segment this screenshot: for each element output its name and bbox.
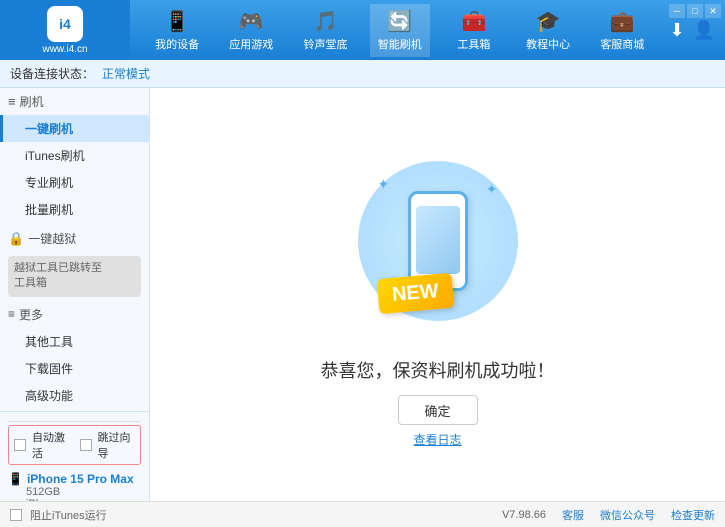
device-phone-icon: 📱	[8, 472, 23, 486]
wechat-btn[interactable]: 微信公众号	[600, 507, 655, 523]
sidebar-section-jailbreak: 🔒 一键越狱 越狱工具已跳转至工具箱	[0, 225, 149, 297]
itunes-label: 阻止iTunes运行	[30, 507, 107, 523]
bottom-left: 阻止iTunes运行	[10, 507, 107, 523]
device-name: 📱 iPhone 15 Pro Max	[8, 472, 141, 486]
skip-wizard-checkbox[interactable]	[80, 439, 92, 451]
ringtone-icon: 🎵	[313, 9, 338, 34]
nav-toolbox[interactable]: 🧰 工具箱	[444, 4, 504, 57]
sidebar: ≡ 刷机 一键刷机 iTunes刷机 专业刷机 批量刷机	[0, 88, 150, 501]
divider	[8, 421, 141, 422]
breadcrumb: 设备连接状态： 正常模式	[0, 60, 725, 88]
window-controls: ─ □ ✕	[669, 4, 721, 18]
flash-icon: 🔄	[387, 9, 412, 34]
device-storage: 512GB	[8, 486, 141, 498]
nav-bar: 📱 我的设备 🎮 应用游戏 🎵 铃声堂底 🔄 智能刷机 🧰 工具箱 🎓	[130, 0, 669, 60]
breadcrumb-base: 设备连接状态：	[10, 65, 94, 82]
sidebar-section-more: ≡ 更多 其他工具 下载固件 高级功能	[0, 301, 149, 409]
refresh-btn[interactable]: 检查更新	[671, 507, 715, 523]
flash-section-label: 刷机	[20, 93, 44, 110]
server-btn[interactable]: 客服	[562, 507, 584, 523]
nav-apps-games[interactable]: 🎮 应用游戏	[221, 4, 281, 57]
nav-my-device[interactable]: 📱 我的设备	[147, 4, 207, 57]
breadcrumb-status: 正常模式	[102, 65, 150, 82]
skip-wizard-label: 跳过向导	[98, 429, 136, 461]
autodetect-checkbox[interactable]	[14, 439, 26, 451]
log-link[interactable]: 查看日志	[413, 431, 461, 448]
sidebar-item-one-key-flash[interactable]: 一键刷机	[0, 115, 149, 142]
more-section-icon: ≡	[8, 307, 15, 321]
window-max-btn[interactable]: □	[687, 4, 703, 18]
bottom-right: V7.98.66 客服 微信公众号 检查更新	[502, 507, 715, 523]
new-badge: NEW	[376, 273, 453, 314]
sidebar-item-pro-flash[interactable]: 专业刷机	[0, 169, 149, 196]
device-info: 📱 iPhone 15 Pro Max 512GB iPhone	[8, 469, 141, 501]
nav-smart-flash[interactable]: 🔄 智能刷机	[370, 4, 430, 57]
download-btn[interactable]: ⬇	[669, 20, 684, 41]
jailbreak-section-label: 一键越狱	[28, 230, 76, 247]
sidebar-more-header[interactable]: ≡ 更多	[0, 301, 149, 328]
sidebar-item-batch-flash[interactable]: 批量刷机	[0, 196, 149, 223]
sidebar-item-itunes-flash[interactable]: iTunes刷机	[0, 142, 149, 169]
nav-service[interactable]: 💼 客服商城	[592, 4, 652, 57]
device-section: 自动激活 跳过向导 📱 iPhone 15 Pro Max 512GB iPho…	[0, 411, 149, 501]
sparkle-top-left-icon: ✦	[378, 176, 390, 193]
sidebar-item-download-firmware[interactable]: 下载固件	[0, 355, 149, 382]
more-section-label: 更多	[19, 306, 43, 323]
sidebar-item-advanced[interactable]: 高级功能	[0, 382, 149, 409]
bottom-bar: 阻止iTunes运行 V7.98.66 客服 微信公众号 检查更新	[0, 501, 725, 527]
flash-section-icon: ≡	[8, 94, 16, 109]
logo-icon: i4	[47, 6, 83, 42]
device-type: iPhone	[8, 498, 141, 501]
phone-screen	[416, 206, 460, 274]
window-min-btn[interactable]: ─	[669, 4, 685, 18]
nav-tutorial[interactable]: 🎓 教程中心	[518, 4, 578, 57]
sparkle-top-right-icon: ✦	[486, 181, 498, 198]
phone-circle: ✦ ✦ NEW	[358, 161, 518, 321]
toolbox-icon: 🧰	[461, 9, 486, 34]
nav-ringtone[interactable]: 🎵 铃声堂底	[296, 4, 356, 57]
lock-icon: 🔒	[8, 231, 24, 247]
header-right: ⬇ 👤	[669, 20, 725, 41]
sidebar-section-jailbreak-header[interactable]: 🔒 一键越狱	[0, 225, 149, 252]
sidebar-section-flash-header[interactable]: ≡ 刷机	[0, 88, 149, 115]
content-area: ✦ ✦ NEW 恭喜您，保资料刷机成功啦！ 确定 查看日	[150, 88, 725, 501]
apps-icon: 🎮	[239, 9, 264, 34]
sidebar-section-flash: ≡ 刷机 一键刷机 iTunes刷机 专业刷机 批量刷机	[0, 88, 149, 223]
tutorial-icon: 🎓	[536, 9, 561, 34]
logo-area: i4 www.i4.cn	[0, 0, 130, 60]
version-label: V7.98.66	[502, 509, 546, 521]
success-illustration: ✦ ✦ NEW	[338, 141, 538, 341]
autodetect-label: 自动激活	[32, 429, 70, 461]
success-text: 恭喜您，保资料刷机成功啦！	[321, 357, 555, 383]
main-layout: ≡ 刷机 一键刷机 iTunes刷机 专业刷机 批量刷机	[0, 88, 725, 501]
jailbreak-note: 越狱工具已跳转至工具箱	[8, 256, 141, 297]
service-icon: 💼	[610, 9, 635, 34]
device-icon: 📱	[165, 9, 190, 34]
window-close-btn[interactable]: ✕	[705, 4, 721, 18]
autodetect-row: 自动激活 跳过向导	[8, 425, 141, 465]
profile-btn[interactable]: 👤	[693, 20, 715, 41]
confirm-button[interactable]: 确定	[398, 395, 478, 425]
sidebar-item-other-tools[interactable]: 其他工具	[0, 328, 149, 355]
logo-url: www.i4.cn	[42, 44, 87, 55]
itunes-checkbox[interactable]	[10, 509, 22, 521]
header: i4 www.i4.cn 📱 我的设备 🎮 应用游戏 🎵 铃声堂底 🔄 智能刷机	[0, 0, 725, 60]
